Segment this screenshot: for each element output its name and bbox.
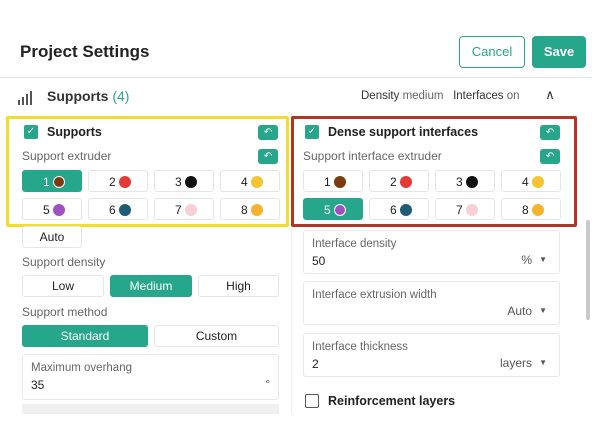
header: Project Settings Cancel Save <box>0 0 592 78</box>
interface-extrusion-width-value: Auto <box>507 304 532 318</box>
save-button[interactable]: Save <box>532 36 586 68</box>
auto-button[interactable]: Auto <box>22 226 82 248</box>
density-medium-button[interactable]: Medium <box>110 275 192 297</box>
highlight-box-red <box>291 116 577 227</box>
collapse-chevron-icon[interactable]: ∧ <box>541 86 559 104</box>
section-title-label: Supports <box>47 88 109 104</box>
section-count: (4) <box>112 88 130 104</box>
density-low-button[interactable]: Low <box>22 275 104 297</box>
interface-density-value: 50 <box>312 254 326 268</box>
maximum-overhang-label: Maximum overhang <box>31 362 132 374</box>
interface-extrusion-width-label: Interface extrusion width <box>312 289 437 301</box>
reinforcement-label: Reinforcement layers <box>328 394 456 408</box>
scrollbar-thumb[interactable] <box>586 220 590 320</box>
interface-thickness-field[interactable]: Interface thickness 2 layers ▼ <box>303 333 560 377</box>
maximum-overhang-value: 35 <box>31 378 45 392</box>
page-title: Project Settings <box>20 42 150 61</box>
method-standard-button[interactable]: Standard <box>22 325 148 347</box>
interface-extrusion-width-field[interactable]: Interface extrusion width Auto ▼ <box>303 281 560 325</box>
cancel-button[interactable]: Cancel <box>459 36 525 68</box>
section-summary: Density medium Interfaces on <box>361 90 520 102</box>
interface-density-field[interactable]: Interface density 50 % ▼ <box>303 230 560 274</box>
highlight-box-yellow <box>6 116 289 227</box>
reinforcement-checkbox[interactable] <box>305 394 319 408</box>
method-custom-button[interactable]: Custom <box>154 325 279 347</box>
section-title: Supports (4) <box>47 88 129 104</box>
interface-thickness-label: Interface thickness <box>312 341 408 353</box>
supports-section-header[interactable]: Supports (4) Density medium Interfaces o… <box>0 79 592 113</box>
chevron-down-icon[interactable]: ▼ <box>539 255 547 264</box>
next-field-strip <box>22 404 279 414</box>
summary-density-key: Density <box>361 90 400 102</box>
chevron-down-icon[interactable]: ▼ <box>539 358 547 367</box>
summary-interfaces-value: on <box>506 90 520 102</box>
summary-interfaces-key: Interfaces <box>453 90 504 102</box>
percent-unit: % <box>521 253 532 267</box>
chevron-down-icon[interactable]: ▼ <box>539 306 547 315</box>
degree-unit: ° <box>265 377 270 391</box>
support-method-label: Support method <box>22 305 108 319</box>
density-high-button[interactable]: High <box>198 275 279 297</box>
interface-thickness-value: 2 <box>312 357 319 371</box>
support-density-label: Support density <box>22 255 106 269</box>
maximum-overhang-field[interactable]: Maximum overhang 35 ° <box>22 354 279 400</box>
summary-density-value: medium <box>402 90 444 102</box>
layers-unit: layers <box>499 356 532 370</box>
signal-bars-icon <box>18 91 36 105</box>
interface-density-label: Interface density <box>312 238 397 250</box>
